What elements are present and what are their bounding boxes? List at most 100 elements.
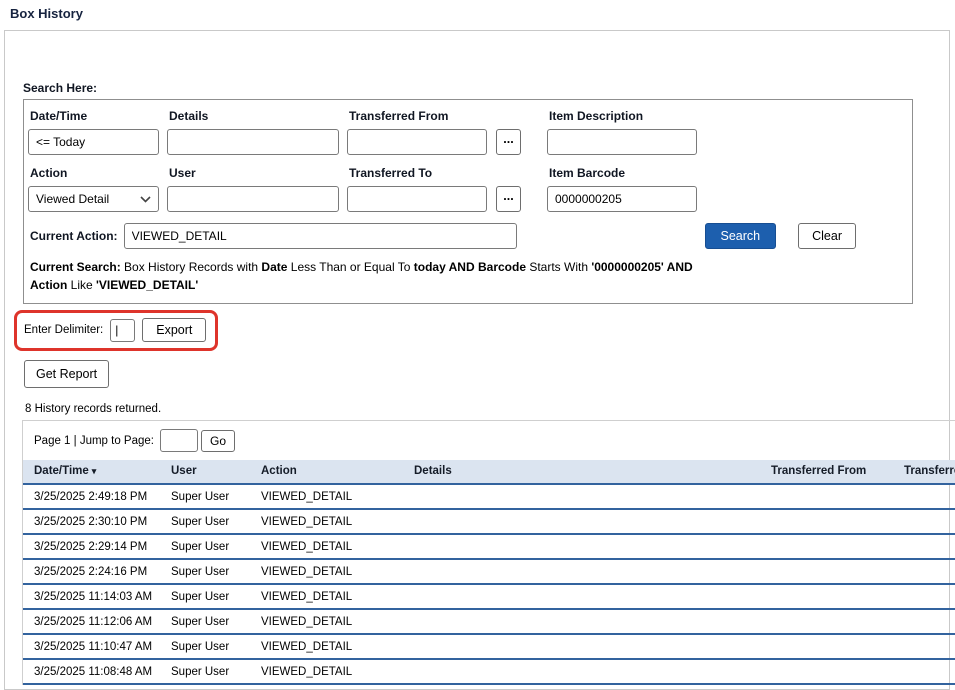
field-user: User (167, 164, 347, 212)
records-summary: 8 History records returned. (25, 403, 949, 415)
cell-details (403, 484, 760, 509)
cell-transferred-to (893, 559, 955, 584)
cell-transferred-from (760, 534, 893, 559)
cell-user: Super User (160, 609, 250, 634)
cell-date-time: 3/25/2025 11:14:03 AM (23, 584, 160, 609)
cell-action: VIEWED_DETAIL (250, 584, 403, 609)
cell-transferred-from (760, 634, 893, 659)
current-search-segment: Date (261, 260, 287, 274)
cell-date-time: 3/25/2025 11:08:48 AM (23, 659, 160, 684)
content-panel: Search Here: Date/Time Details Transferr… (4, 30, 950, 690)
user-input[interactable] (167, 186, 339, 212)
cell-details (403, 559, 760, 584)
cell-user: Super User (160, 509, 250, 534)
pagination-bar: Page 1 | Jump to Page: Go (23, 421, 955, 460)
item-description-input[interactable] (547, 129, 697, 155)
cell-user: Super User (160, 559, 250, 584)
column-header-transferred-from[interactable]: Transferred From (760, 460, 893, 484)
transferred-from-input[interactable] (347, 129, 487, 155)
current-search-segment: Less Than or Equal To (287, 260, 413, 274)
cell-details (403, 659, 760, 684)
field-transferred-to: Transferred To ... (347, 164, 547, 212)
cell-transferred-to (893, 634, 955, 659)
transferred-to-browse-button[interactable]: ... (496, 186, 521, 212)
table-row: 3/25/2025 11:12:06 AM Super User VIEWED_… (23, 609, 955, 634)
delimiter-input[interactable] (110, 319, 135, 342)
cell-date-time: 3/25/2025 2:30:10 PM (23, 509, 160, 534)
date-time-input[interactable] (28, 129, 159, 155)
search-fields-grid: Date/Time Details Transferred From ... I… (28, 107, 902, 212)
cell-action: VIEWED_DETAIL (250, 534, 403, 559)
table-row: 3/25/2025 11:08:48 AM Super User VIEWED_… (23, 659, 955, 684)
field-details: Details (167, 107, 347, 155)
cell-user: Super User (160, 484, 250, 509)
cell-user: Super User (160, 584, 250, 609)
transferred-to-input[interactable] (347, 186, 487, 212)
cell-details (403, 584, 760, 609)
current-search-segment: 'VIEWED_DETAIL' (96, 278, 198, 292)
current-action-input[interactable] (124, 223, 517, 249)
field-item-description: Item Description (547, 107, 902, 155)
cell-transferred-from (760, 509, 893, 534)
user-label: User (169, 166, 347, 180)
search-section-label: Search Here: (23, 81, 949, 95)
jump-to-page-input[interactable] (160, 429, 198, 452)
field-date-time: Date/Time (28, 107, 167, 155)
cell-transferred-to (893, 609, 955, 634)
cell-transferred-from (760, 559, 893, 584)
current-search-label: Current Search: (30, 260, 121, 274)
cell-transferred-from (760, 659, 893, 684)
column-header-user[interactable]: User (160, 460, 250, 484)
cell-details (403, 509, 760, 534)
page-title: Box History (10, 6, 83, 21)
column-header-action[interactable]: Action (250, 460, 403, 484)
cell-action: VIEWED_DETAIL (250, 484, 403, 509)
transferred-from-label: Transferred From (349, 109, 547, 123)
details-label: Details (169, 109, 347, 123)
cell-details (403, 534, 760, 559)
cell-date-time: 3/25/2025 11:10:47 AM (23, 634, 160, 659)
item-description-label: Item Description (549, 109, 902, 123)
action-select[interactable]: Viewed Detail (28, 186, 159, 212)
cell-transferred-from (760, 484, 893, 509)
cell-action: VIEWED_DETAIL (250, 609, 403, 634)
cell-details (403, 609, 760, 634)
table-header-row: Date/Time▾ User Action Details Transferr… (23, 460, 955, 484)
details-input[interactable] (167, 129, 339, 155)
cell-action: VIEWED_DETAIL (250, 634, 403, 659)
sort-desc-icon: ▾ (92, 466, 97, 476)
table-row: 3/25/2025 2:49:18 PM Super User VIEWED_D… (23, 484, 955, 509)
clear-button[interactable]: Clear (798, 223, 856, 249)
column-header-date-time[interactable]: Date/Time▾ (23, 460, 160, 484)
action-select-value: Viewed Detail (36, 192, 109, 206)
table-row: 3/25/2025 2:29:14 PM Super User VIEWED_D… (23, 534, 955, 559)
field-action: Action Viewed Detail (28, 164, 167, 212)
current-search-summary: Current Search: Box History Records with… (30, 258, 732, 294)
cell-transferred-to (893, 659, 955, 684)
get-report-button[interactable]: Get Report (24, 360, 109, 388)
current-search-segment: Like (67, 278, 96, 292)
item-barcode-input[interactable] (547, 186, 697, 212)
cell-date-time: 3/25/2025 2:49:18 PM (23, 484, 160, 509)
table-row: 3/25/2025 11:10:47 AM Super User VIEWED_… (23, 634, 955, 659)
history-table: Date/Time▾ User Action Details Transferr… (23, 460, 955, 685)
current-action-label: Current Action: (30, 229, 118, 243)
cell-transferred-to (893, 534, 955, 559)
action-label: Action (30, 166, 167, 180)
item-barcode-label: Item Barcode (549, 166, 902, 180)
current-search-segment: Starts With (526, 260, 591, 274)
delimiter-label: Enter Delimiter: (24, 324, 103, 336)
column-header-transferred-to[interactable]: Transferred To (893, 460, 955, 484)
table-row: 3/25/2025 11:14:03 AM Super User VIEWED_… (23, 584, 955, 609)
search-button[interactable]: Search (705, 223, 777, 249)
search-form: Date/Time Details Transferred From ... I… (23, 99, 913, 304)
column-header-details[interactable]: Details (403, 460, 760, 484)
export-button[interactable]: Export (142, 318, 206, 342)
pager-text: Page 1 | Jump to Page: (34, 435, 154, 447)
cell-user: Super User (160, 534, 250, 559)
cell-transferred-from (760, 609, 893, 634)
cell-action: VIEWED_DETAIL (250, 509, 403, 534)
date-time-label: Date/Time (30, 109, 167, 123)
transferred-from-browse-button[interactable]: ... (496, 129, 521, 155)
go-button[interactable]: Go (201, 430, 235, 452)
